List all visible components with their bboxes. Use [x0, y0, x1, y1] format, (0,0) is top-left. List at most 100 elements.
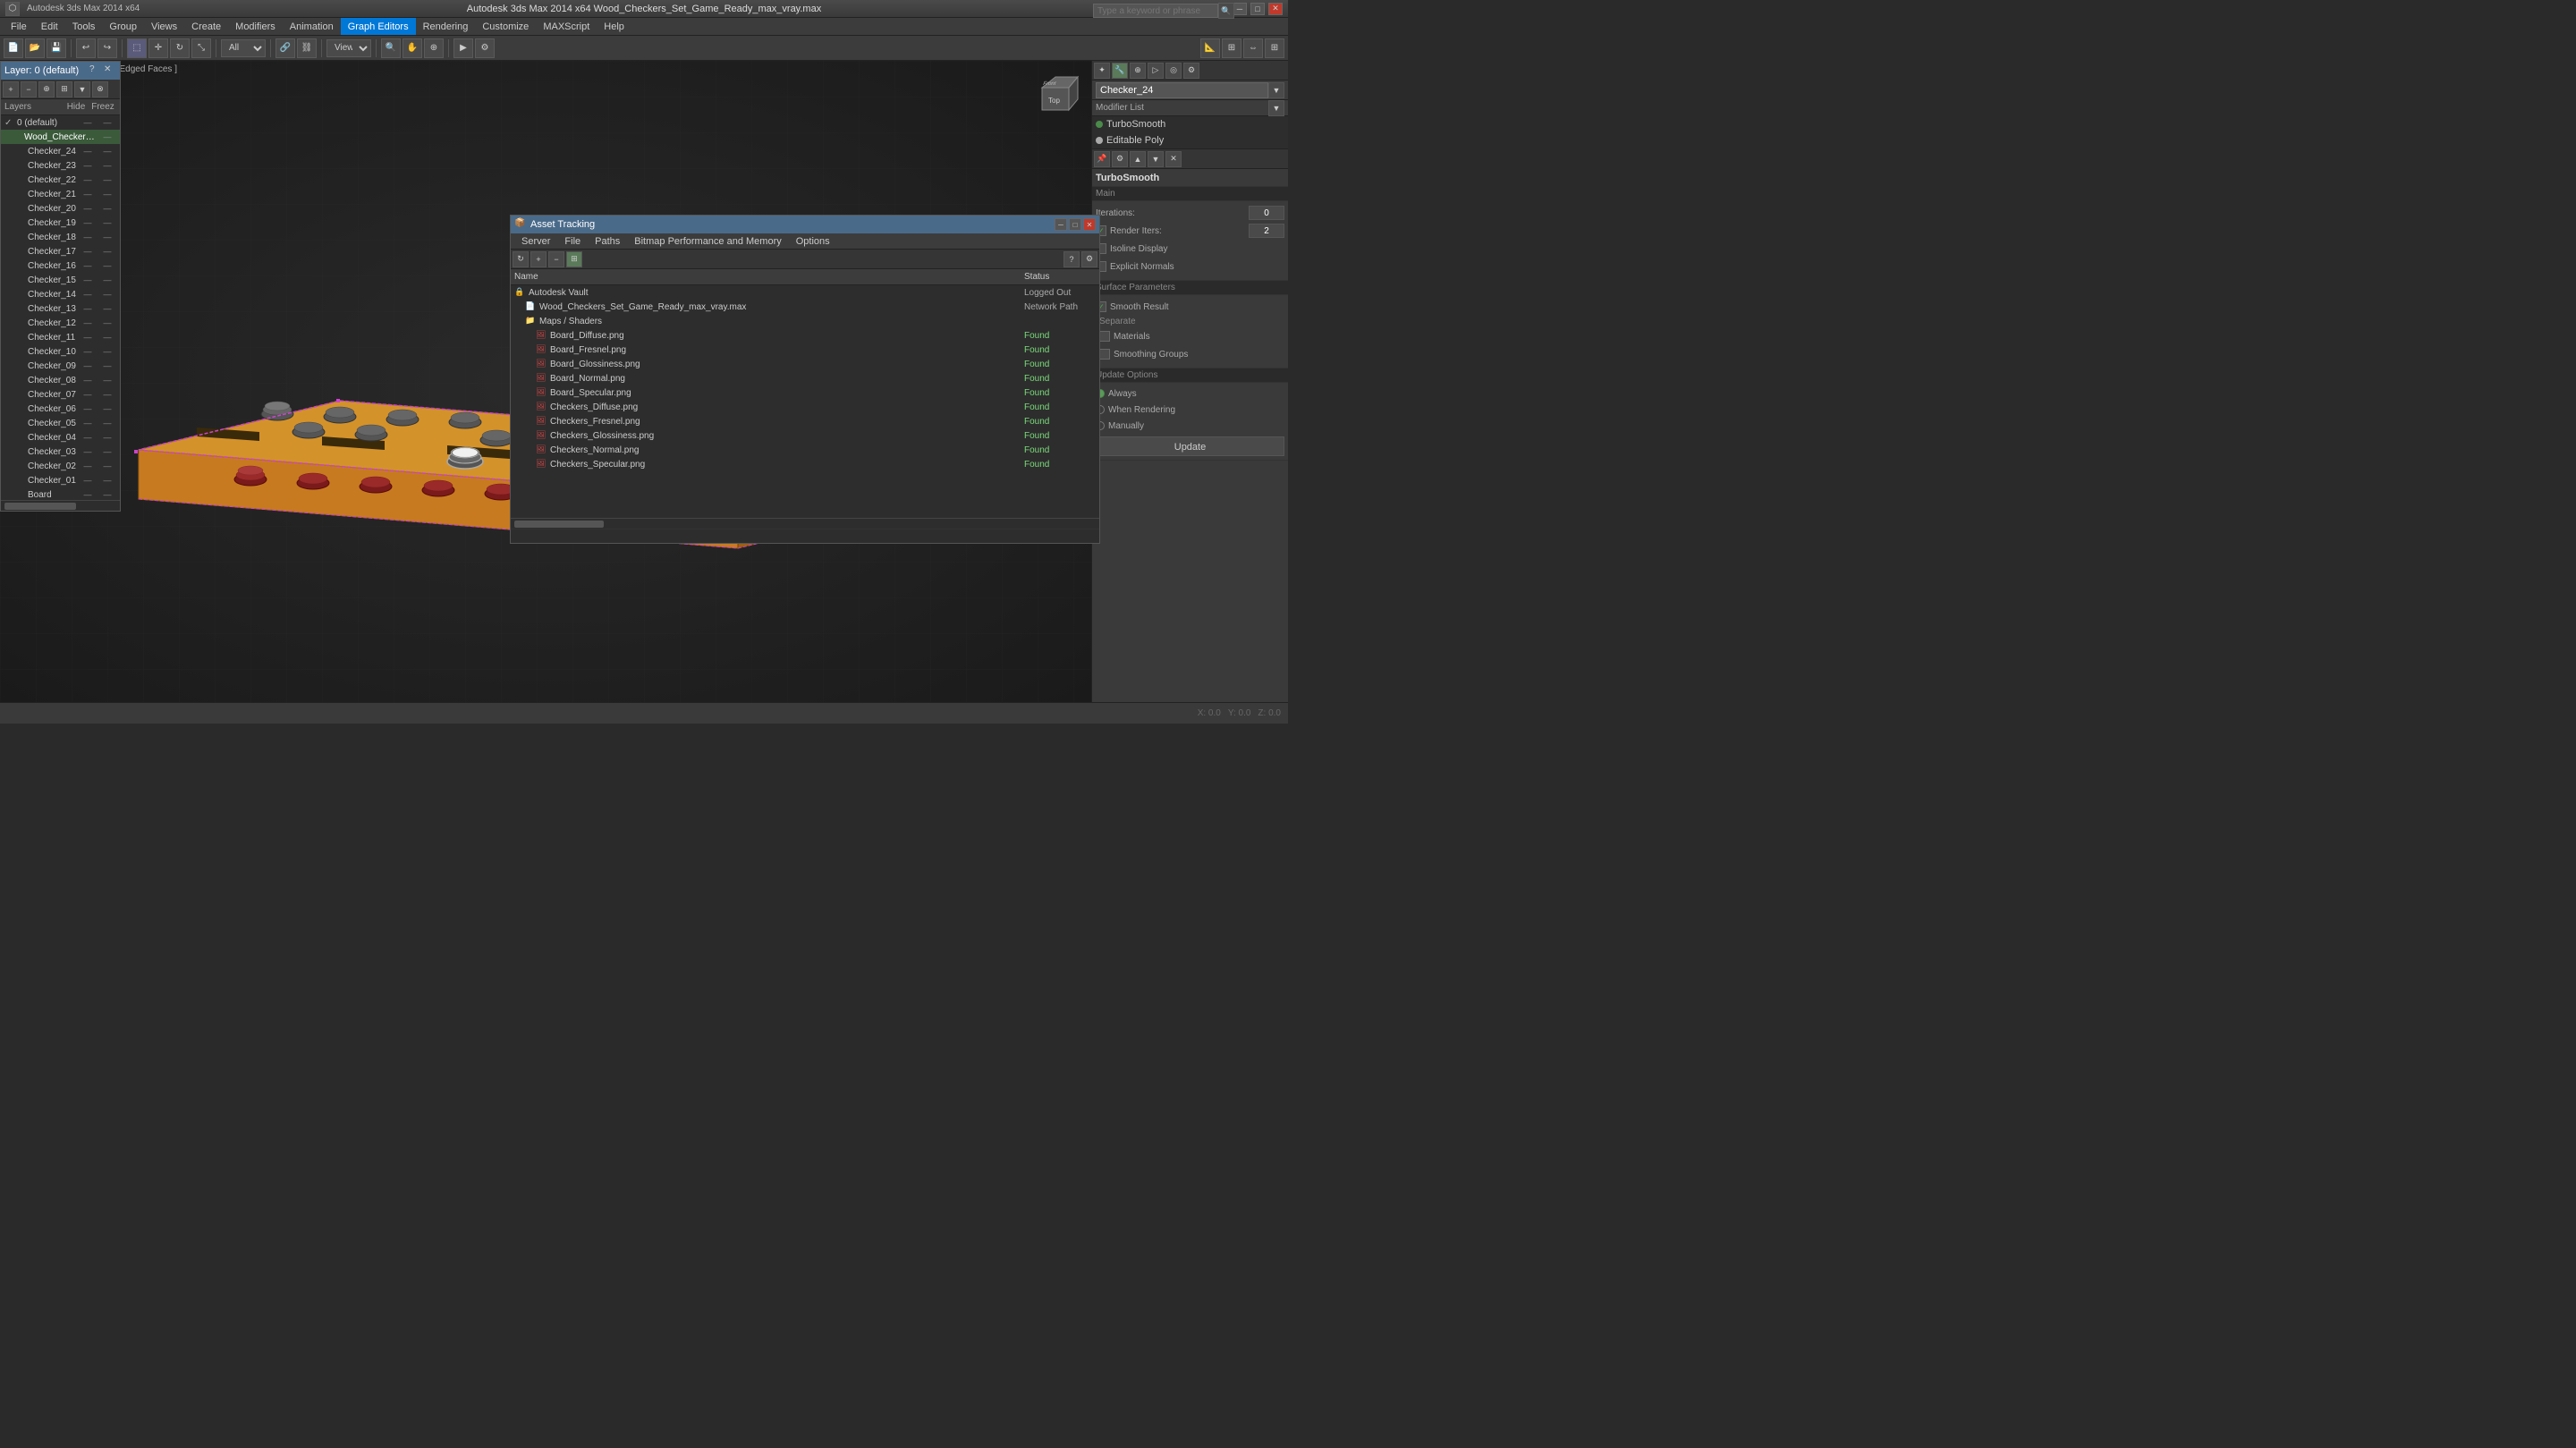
update-options-header[interactable]: Update Options	[1092, 368, 1288, 383]
mod-move-down-btn[interactable]: ▼	[1148, 151, 1164, 167]
layer-item-board[interactable]: Board ― ―	[1, 487, 120, 500]
tb-save[interactable]: 💾	[47, 38, 66, 58]
rp-display-btn[interactable]: ◎	[1165, 63, 1182, 79]
layer-item-checker15[interactable]: Checker_15 ― ―	[1, 273, 120, 287]
search-button[interactable]: 🔍	[1218, 3, 1234, 19]
menu-rendering[interactable]: Rendering	[416, 18, 476, 35]
layer-item-checker05[interactable]: Checker_05 ― ―	[1, 416, 120, 430]
menu-customize[interactable]: Customize	[475, 18, 536, 35]
tb-view-dropdown[interactable]: View	[326, 39, 371, 57]
at-item-board-glossiness[interactable]: 🖼 Board_Glossiness.png Found	[511, 357, 1099, 371]
at-item-maxfile[interactable]: 📄 Wood_Checkers_Set_Game_Ready_max_vray.…	[511, 300, 1099, 314]
lp-delete-layer[interactable]: −	[21, 81, 37, 97]
object-name-dropdown[interactable]: ▼	[1268, 82, 1284, 98]
tb-scale[interactable]: ⤡	[191, 38, 211, 58]
rp-modify-btn[interactable]: 🔧	[1112, 63, 1128, 79]
search-bar[interactable]: 🔍	[1093, 3, 1234, 19]
tb-redo[interactable]: ↪	[97, 38, 117, 58]
at-item-checkers-diffuse[interactable]: 🖼 Checkers_Diffuse.png Found	[511, 400, 1099, 414]
layer-item-checker01[interactable]: Checker_01 ― ―	[1, 473, 120, 487]
update-button[interactable]: Update	[1096, 436, 1284, 456]
lp-select-layer[interactable]: ⊞	[56, 81, 72, 97]
iterations-input[interactable]	[1249, 206, 1284, 220]
modifier-list-dropdown[interactable]: ▼	[1268, 100, 1284, 116]
at-close-btn[interactable]: ✕	[1083, 218, 1096, 231]
navigation-cube[interactable]: Top Front	[1029, 70, 1082, 123]
at-add-btn[interactable]: +	[530, 251, 547, 267]
main-section-header[interactable]: Main	[1092, 187, 1288, 201]
modifier-turbosmooth[interactable]: TurboSmooth	[1092, 116, 1288, 132]
at-item-checkers-normal[interactable]: 🖼 Checkers_Normal.png Found	[511, 443, 1099, 457]
tb-select[interactable]: ⬚	[127, 38, 147, 58]
at-menu-bitmap[interactable]: Bitmap Performance and Memory	[627, 233, 788, 249]
tb-layer-dropdown[interactable]: All	[221, 39, 266, 57]
mod-pin-btn[interactable]: 📌	[1094, 151, 1110, 167]
tb-unlink[interactable]: ⛓	[297, 38, 317, 58]
mod-delete-btn[interactable]: ✕	[1165, 151, 1182, 167]
rp-hierarchy-btn[interactable]: ⊕	[1130, 63, 1146, 79]
at-item-checkers-fresnel[interactable]: 🖼 Checkers_Fresnel.png Found	[511, 414, 1099, 428]
at-help-btn[interactable]: ?	[1063, 251, 1080, 267]
layer-item-checker07[interactable]: Checker_07 ― ―	[1, 387, 120, 402]
mod-configure-btn[interactable]: ⚙	[1112, 151, 1128, 167]
at-item-board-normal[interactable]: 🖼 Board_Normal.png Found	[511, 371, 1099, 385]
tb-render[interactable]: ▶	[453, 38, 473, 58]
layer-item-checker13[interactable]: Checker_13 ― ―	[1, 301, 120, 316]
layer-item-0[interactable]: ✓ 0 (default) ― ―	[1, 115, 120, 130]
tb-pan[interactable]: ✋	[402, 38, 422, 58]
tb-array[interactable]: ⊞	[1265, 38, 1284, 58]
at-item-board-fresnel[interactable]: 🖼 Board_Fresnel.png Found	[511, 343, 1099, 357]
at-menu-paths[interactable]: Paths	[588, 233, 627, 249]
close-button[interactable]: ✕	[1268, 3, 1283, 15]
surface-params-header[interactable]: Surface Parameters	[1092, 281, 1288, 295]
turbosmooth-header[interactable]: TurboSmooth	[1092, 169, 1288, 187]
materials-checkbox[interactable]	[1099, 331, 1110, 342]
tb-new[interactable]: 📄	[4, 38, 23, 58]
at-menu-file[interactable]: File	[557, 233, 588, 249]
tb-snap[interactable]: 📐	[1200, 38, 1220, 58]
layer-item-checker08[interactable]: Checker_08 ― ―	[1, 373, 120, 387]
menu-help[interactable]: Help	[597, 18, 631, 35]
rp-motion-btn[interactable]: ▷	[1148, 63, 1164, 79]
tb-open[interactable]: 📂	[25, 38, 45, 58]
tb-render-setup[interactable]: ⚙	[475, 38, 495, 58]
layers-close-icon[interactable]: ✕	[104, 64, 116, 77]
tb-mirror[interactable]: ⇔	[1243, 38, 1263, 58]
layers-help-icon[interactable]: ?	[89, 64, 102, 77]
tb-undo[interactable]: ↩	[76, 38, 96, 58]
tb-orbit[interactable]: ⊕	[424, 38, 444, 58]
at-menu-server[interactable]: Server	[514, 233, 557, 249]
layer-item-checker20[interactable]: Checker_20 ― ―	[1, 201, 120, 216]
at-settings-btn[interactable]: ⚙	[1081, 251, 1097, 267]
render-iters-input[interactable]	[1249, 224, 1284, 238]
layer-item-checker24[interactable]: Checker_24 ― ―	[1, 144, 120, 158]
layer-item-checker22[interactable]: Checker_22 ― ―	[1, 173, 120, 187]
menu-modifiers[interactable]: Modifiers	[228, 18, 283, 35]
lp-new-layer[interactable]: +	[3, 81, 19, 97]
layer-item-wood-set[interactable]: Wood_Checkers_Set_Game_Ready ―	[1, 130, 120, 144]
at-item-checkers-specular[interactable]: 🖼 Checkers_Specular.png Found	[511, 457, 1099, 471]
layer-item-checker04[interactable]: Checker_04 ― ―	[1, 430, 120, 445]
menu-tools[interactable]: Tools	[65, 18, 103, 35]
layer-item-checker09[interactable]: Checker_09 ― ―	[1, 359, 120, 373]
menu-file[interactable]: File	[4, 18, 34, 35]
smoothing-groups-checkbox[interactable]	[1099, 349, 1110, 360]
layer-item-checker12[interactable]: Checker_12 ― ―	[1, 316, 120, 330]
tb-align[interactable]: ⊞	[1222, 38, 1241, 58]
modifier-editable-poly[interactable]: Editable Poly	[1092, 132, 1288, 148]
menu-views[interactable]: Views	[144, 18, 184, 35]
at-menu-options[interactable]: Options	[789, 233, 837, 249]
menu-edit[interactable]: Edit	[34, 18, 65, 35]
layers-scrollbar[interactable]	[1, 500, 120, 511]
at-item-board-diffuse[interactable]: 🖼 Board_Diffuse.png Found	[511, 328, 1099, 343]
at-item-vault[interactable]: 🔒 Autodesk Vault Logged Out	[511, 285, 1099, 300]
tb-move[interactable]: ✛	[148, 38, 168, 58]
layer-item-checker19[interactable]: Checker_19 ― ―	[1, 216, 120, 230]
rp-create-btn[interactable]: ✦	[1094, 63, 1110, 79]
layer-item-checker03[interactable]: Checker_03 ― ―	[1, 445, 120, 459]
lp-select-children[interactable]: ▼	[74, 81, 90, 97]
at-item-checkers-glossiness[interactable]: 🖼 Checkers_Glossiness.png Found	[511, 428, 1099, 443]
layer-item-checker06[interactable]: Checker_06 ― ―	[1, 402, 120, 416]
tb-rotate[interactable]: ↻	[170, 38, 190, 58]
menu-maxscript[interactable]: MAXScript	[536, 18, 597, 35]
